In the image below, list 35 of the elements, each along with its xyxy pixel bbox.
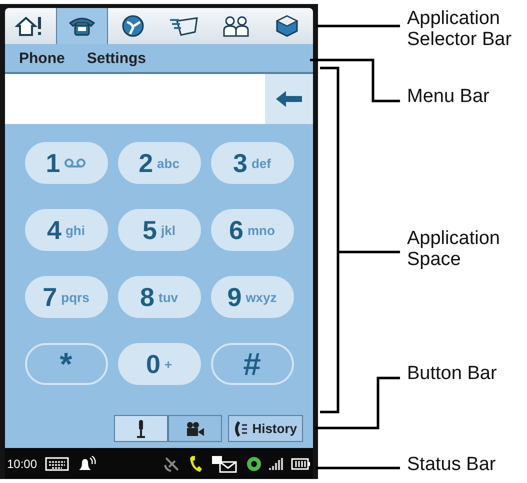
menu-item[interactable]: Phone bbox=[19, 50, 65, 66]
cube-icon bbox=[274, 14, 299, 38]
app-tab[interactable] bbox=[56, 8, 108, 44]
telephone-icon bbox=[68, 15, 96, 37]
globe-icon bbox=[121, 14, 146, 38]
winged-envelope-icon bbox=[168, 15, 201, 37]
voicemail-icon bbox=[64, 158, 86, 168]
dial-key[interactable]: 1 bbox=[24, 142, 108, 184]
call-log-icon bbox=[234, 420, 248, 436]
menu-item[interactable]: Settings bbox=[86, 50, 146, 66]
callout-label: Application Space bbox=[407, 228, 501, 270]
callout-label: Button Bar bbox=[407, 363, 498, 384]
dial-key[interactable]: # bbox=[210, 343, 294, 385]
microphone-icon bbox=[136, 420, 146, 438]
callout-label: Menu Bar bbox=[407, 86, 490, 107]
signal-icon[interactable] bbox=[269, 456, 283, 470]
history-button[interactable]: History bbox=[228, 415, 303, 442]
callout-label: Status Bar bbox=[407, 454, 497, 475]
battery-icon[interactable] bbox=[291, 458, 311, 470]
dial-key[interactable]: * bbox=[24, 343, 108, 385]
video-camera-icon bbox=[186, 422, 204, 436]
people-icon bbox=[222, 15, 250, 37]
backspace-button[interactable] bbox=[265, 74, 313, 124]
email-icon[interactable] bbox=[211, 454, 239, 472]
keyboard-icon[interactable] bbox=[45, 456, 70, 470]
clock-time: 10:00 bbox=[7, 456, 38, 470]
phone-handset-icon[interactable] bbox=[189, 454, 203, 472]
bell-icon[interactable] bbox=[77, 456, 98, 472]
mode-button[interactable] bbox=[114, 415, 168, 442]
dial-key[interactable]: 0+ bbox=[118, 343, 200, 385]
ring-icon[interactable] bbox=[247, 456, 261, 470]
left-arrow-icon bbox=[276, 91, 302, 107]
number-field[interactable] bbox=[5, 74, 265, 124]
callout-label: Application Selector Bar bbox=[407, 8, 513, 50]
mode-button[interactable] bbox=[168, 415, 222, 442]
